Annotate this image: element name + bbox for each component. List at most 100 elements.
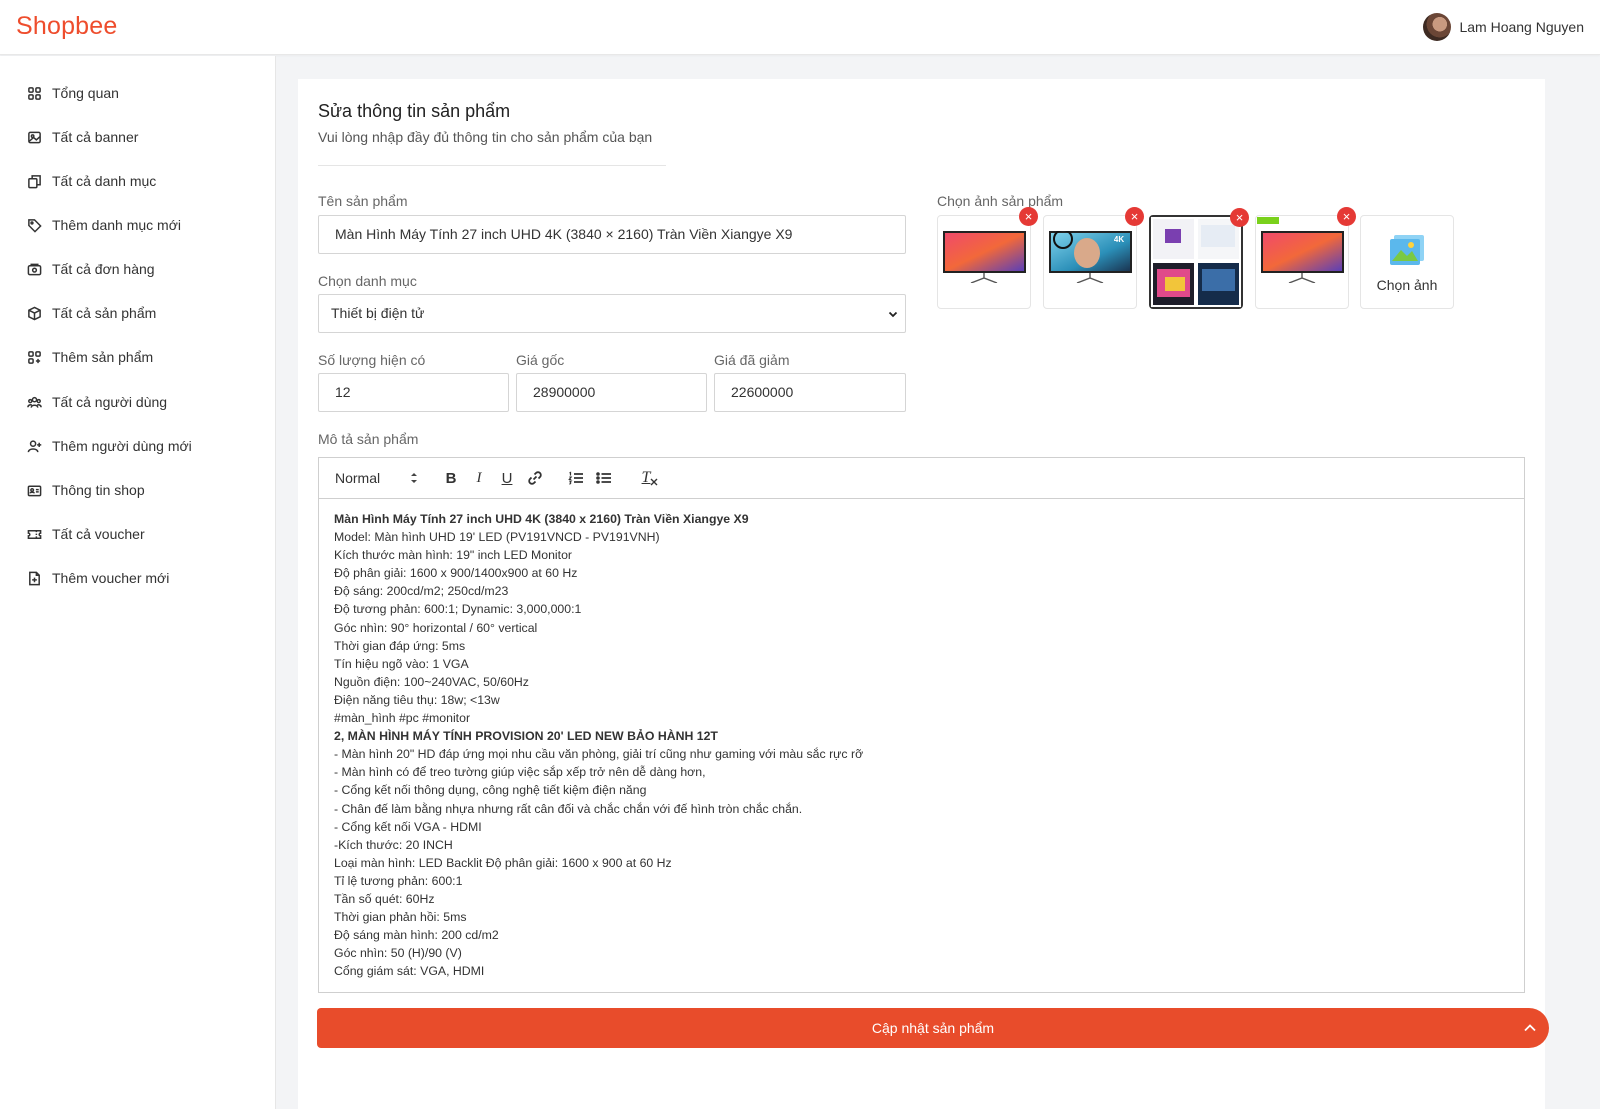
sidebar-item-label: Tổng quan [52,85,119,101]
editor-line: - Cổng kết nối VGA - HDMI [334,819,482,834]
sidebar-item-label: Thêm người dùng mới [52,438,192,454]
editor-line: Tỉ lệ tương phản: 600:1 [334,873,463,888]
link-icon [528,471,542,485]
editor-line: Thời gian đáp ứng: 5ms [334,638,466,653]
user-menu[interactable]: Lam Hoang Nguyen [1423,13,1584,41]
update-product-label: Cập nhật sản phẩm [871,1020,995,1036]
original-price-input[interactable]: 28900000 [516,373,707,412]
editor-line: -Kích thước: 20 INCH [334,837,453,852]
editor-line: Kích thước màn hình: 19" inch LED Monito… [334,548,573,563]
product-name-input[interactable]: Màn Hình Máy Tính 27 inch UHD 4K (3840 ×… [318,215,906,254]
product-image-2[interactable]: 4K × [1043,207,1144,309]
editor-line: Độ sáng: 200cd/m2; 250cd/m23 [334,584,509,599]
sidebar-item-overview[interactable]: Tổng quan [27,81,119,105]
order-icon [27,263,42,275]
bullet-list-icon [596,472,611,484]
bold-button[interactable]: B [443,469,459,487]
editor-line: #màn_hình #pc #monitor [334,711,471,726]
shop-icon [27,485,42,496]
sidebar-item-label: Thêm sản phẩm [52,349,154,365]
update-product-button[interactable]: Cập nhật sản phẩm [317,1008,1549,1048]
ordered-list-icon [568,471,583,485]
original-price-label: Giá gốc [516,352,565,368]
sidebar-item-label: Tất cả banner [52,129,139,145]
sidebar-item-label: Thêm danh mục mới [52,217,182,233]
grid-icon [28,86,41,100]
clear-format-button[interactable]: T [637,469,658,487]
remove-image-button[interactable]: × [1019,207,1038,226]
product-image-4[interactable]: × [1255,207,1356,309]
top-bar: Shopbee Lam Hoang Nguyen [0,0,1600,55]
logo[interactable]: Shopbee [16,12,118,41]
quantity-input[interactable]: 12 [318,373,509,412]
sidebar-item-add-voucher[interactable]: Thêm voucher mới [27,566,169,590]
product-image-1[interactable]: × [937,207,1038,309]
sidebar-item-add-category[interactable]: Thêm danh mục mới [27,213,181,237]
monitor-thumbnail [1261,231,1344,283]
editor-line: Tần số quét: 60Hz [334,891,435,906]
sidebar-item-vouchers[interactable]: Tất cả voucher [27,522,145,546]
choose-image-button[interactable]: Chọn ảnh [1360,215,1454,309]
sidebar-item-categories[interactable]: Tất cả danh mục [27,169,156,193]
sidebar-item-add-user[interactable]: Thêm người dùng mới [27,434,192,458]
ordered-list-button[interactable] [567,469,585,487]
page-subtitle: Vui lòng nhập đầy đủ thông tin cho sản p… [318,129,653,145]
underline-button[interactable]: U [499,469,515,487]
category-select[interactable]: Thiết bị điện tử [318,294,906,333]
sidebar-item-users[interactable]: Tất cả người dùng [27,390,167,414]
ticket-icon [27,529,42,539]
sidebar-item-orders[interactable]: Tất cả đơn hàng [27,257,155,281]
editor-line: - Màn hình có để treo tường giúp việc sắ… [334,765,706,780]
sidebar-item-label: Thêm voucher mới [52,570,170,586]
users-icon [27,396,42,408]
image-icon [28,131,41,143]
chevron-down-icon [888,311,898,318]
box-icon [28,306,41,320]
user-plus-icon [27,439,42,452]
format-selected-value: Normal [335,470,381,486]
sidebar-item-label: Tất cả người dùng [52,394,168,410]
category-label: Chọn danh mục [318,273,417,289]
chevron-up-icon[interactable] [1523,1021,1537,1035]
close-icon [650,478,658,486]
sidebar-item-products[interactable]: Tất cả sản phẩm [27,301,156,325]
edit-product-card: Sửa thông tin sản phẩm Vui lòng nhập đầy… [298,79,1545,1109]
editor-line: Loại màn hình: LED Backlit Độ phân giải:… [334,855,672,870]
editor-line: Điện năng tiêu thụ: 18w; <13w [334,692,500,707]
tag-icon [28,218,42,233]
editor-line: Góc nhìn: 50 (H)/90 (V) [334,946,462,961]
avatar[interactable] [1423,13,1452,41]
file-plus-icon [29,571,40,585]
italic-button[interactable]: I [471,469,487,487]
product-image-3[interactable]: × [1149,208,1249,309]
sidebar-item-add-product[interactable]: Thêm sản phẩm [27,345,153,369]
editor-line: Màn Hình Máy Tính 27 inch UHD 4K (3840 x… [334,512,749,526]
sidebar-item-label: Tất cả sản phẩm [52,305,157,321]
link-button[interactable] [526,469,544,487]
monitor-thumbnail [943,231,1026,283]
remove-image-button[interactable]: × [1337,207,1356,226]
editor-toolbar: Normal B I U T [319,458,1524,499]
editor-line: Độ phân giải: 1600 x 900/1400x900 at 60 … [334,566,578,581]
sidebar-item-label: Thông tin shop [52,482,145,498]
brand-tag [1257,217,1279,224]
collage-thumbnail [1151,217,1241,307]
user-name[interactable]: Lam Hoang Nguyen [1459,19,1584,35]
sidebar-item-shop-info[interactable]: Thông tin shop [27,478,145,502]
quantity-label: Số lượng hiện có [318,352,426,368]
editor-line: - Màn hình 20" HD đáp ứng mọi nhu cầu vă… [334,747,864,762]
page-title: Sửa thông tin sản phẩm [318,101,511,121]
description-editor[interactable]: Normal B I U T Màn Hình Máy Tính 27 inch… [318,457,1525,993]
remove-image-button[interactable]: × [1125,207,1144,226]
bullet-list-button[interactable] [595,469,613,487]
editor-line: 2, MÀN HÌNH MÁY TÍNH PROVISION 20' LED N… [334,729,718,744]
sale-price-input[interactable]: 22600000 [714,373,906,412]
remove-image-button[interactable]: × [1230,208,1249,227]
svg-text:4K: 4K [1114,235,1124,244]
sidebar-item-banners[interactable]: Tất cả banner [27,125,138,149]
choose-image-label: Chọn ảnh [1376,277,1438,293]
product-name-label: Tên sản phẩm [318,193,408,209]
sidebar: Tổng quan Tất cả banner Tất cả danh mục … [0,56,276,1109]
editor-content[interactable]: Màn Hình Máy Tính 27 inch UHD 4K (3840 x… [334,510,1509,980]
format-select[interactable]: Normal [335,469,419,487]
